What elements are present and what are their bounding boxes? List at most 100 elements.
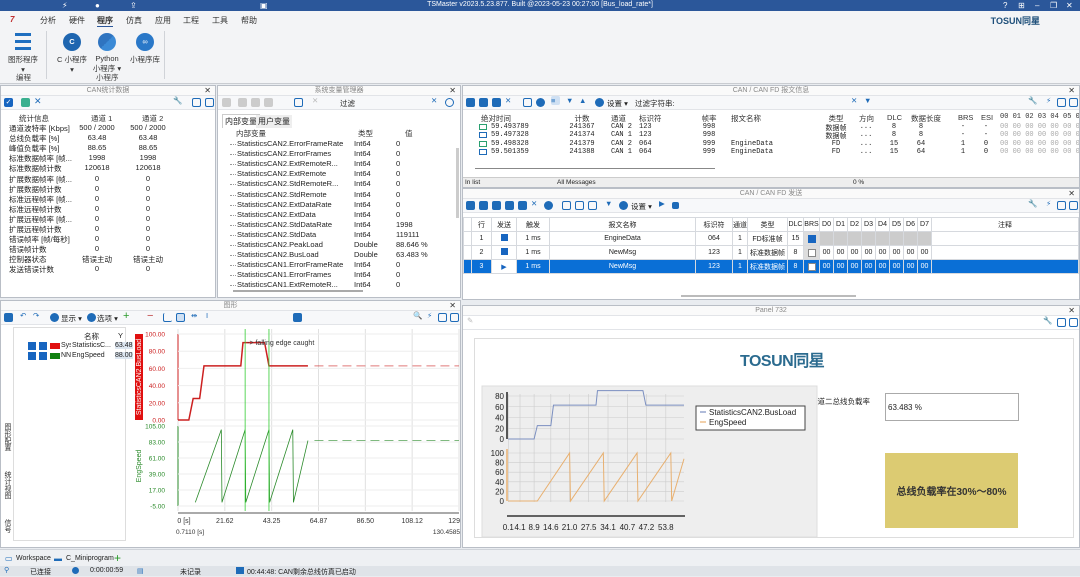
horizontal-scrollbar[interactable] (233, 290, 363, 292)
id-cell[interactable]: 123 (695, 259, 733, 274)
data-byte-cell[interactable]: 00 (875, 245, 890, 260)
data-byte-cell[interactable]: 00 (861, 259, 876, 274)
save-icon[interactable] (562, 201, 571, 210)
comment-cell[interactable] (931, 259, 1079, 274)
type-cell[interactable]: 标准数据帧 (747, 259, 788, 274)
settings-dropdown[interactable]: 设置 ▾ (631, 201, 652, 212)
data-byte-cell[interactable] (861, 231, 876, 246)
export-icon[interactable] (294, 98, 303, 107)
menu-item[interactable]: 工程 (183, 15, 199, 26)
tab-user-variables[interactable]: 用户变量 (256, 115, 292, 128)
trigger-cell[interactable]: 1 ms (516, 231, 550, 246)
variable-row[interactable]: StatisticsCAN2.ErrorFrameRate Int64 0 (218, 139, 454, 149)
variable-row[interactable]: StatisticsCAN2.StdData Int64 119111 (218, 230, 454, 240)
clear-icon[interactable]: ✕ (34, 96, 43, 106)
data-byte-cell[interactable]: 00 (861, 245, 876, 260)
data-byte-cell[interactable]: 00 (833, 259, 848, 274)
variable-row[interactable]: StatisticsCAN2.ExtDataRate Int64 0 (218, 200, 454, 210)
variable-row[interactable]: StatisticsCAN1.ErrorFrames Int64 0 (218, 270, 454, 280)
menu-item[interactable]: 仿真 (126, 15, 142, 26)
brs-checkbox[interactable] (803, 245, 820, 260)
send-button[interactable] (491, 245, 517, 260)
panel-chart[interactable]: 0.1 4.1 8.9 14.6 21.0 27.5 34.1 40.7 47.2 53.8806… (463, 306, 1080, 548)
view-icon[interactable] (523, 98, 532, 107)
help-button[interactable]: ? (1003, 1, 1007, 10)
data-byte-cell[interactable]: 00 (889, 259, 904, 274)
clear-icon[interactable]: ✕ (505, 96, 514, 105)
export-icon[interactable] (575, 201, 584, 210)
data-byte-cell[interactable]: 00 (889, 245, 904, 260)
comment-cell[interactable] (931, 245, 1079, 260)
filter-input[interactable] (675, 97, 835, 108)
funnel-icon[interactable]: ▼ (605, 199, 614, 208)
variable-row[interactable]: StatisticsCAN2.StdRemote Int64 0 (218, 190, 454, 200)
variable-row[interactable]: StatisticsCAN2.BusLoad Double 63.483 % (218, 250, 454, 260)
delete-icon[interactable]: ✕ (531, 199, 540, 208)
send-row[interactable]: 11 ms EngineData 064 1 FD标准帧 15 (463, 231, 1079, 246)
id-cell[interactable]: 123 (695, 245, 733, 260)
window-icon[interactable] (192, 98, 201, 107)
wrench-icon[interactable]: 🔧 (1028, 199, 1037, 208)
ch-cell[interactable]: 1 (732, 259, 748, 274)
send-row[interactable]: 21 ms NewMsg 123 1 标准数据帧 8 00 00 00 00 00 00 00 00 (463, 245, 1079, 260)
clock-icon[interactable] (536, 98, 545, 107)
data-byte-cell[interactable]: 00 (903, 245, 918, 260)
pause-icon[interactable] (466, 98, 475, 107)
variable-row[interactable]: StatisticsCAN2.ExtRemote Int64 0 (218, 169, 454, 179)
python-miniprogram-button[interactable]: Python 小程序 ▾ (92, 33, 122, 74)
tab-c-miniprogram[interactable]: C_Miniprogram (66, 555, 114, 562)
checkbox-icon[interactable]: ✓ (4, 98, 13, 107)
copy-icon[interactable] (251, 98, 260, 107)
pause-icon[interactable] (21, 98, 30, 107)
import-icon[interactable] (588, 201, 597, 210)
data-byte-cell[interactable]: 00 (917, 259, 932, 274)
cut-icon[interactable] (238, 98, 247, 107)
dlc-cell[interactable]: 15 (787, 231, 804, 246)
copy-icon[interactable] (479, 98, 488, 107)
name-cell[interactable]: NewMsg (549, 259, 696, 274)
lightning-icon[interactable]: ⚡ (1046, 199, 1055, 208)
window-icon[interactable] (1057, 98, 1066, 107)
close-button[interactable]: ✕ (1066, 1, 1073, 10)
clear-filter-icon[interactable]: ✕ (851, 96, 860, 105)
data-byte-cell[interactable] (819, 231, 834, 246)
wrench-icon[interactable]: 🔧 (173, 96, 182, 105)
add-message-icon[interactable] (466, 201, 475, 210)
message-row[interactable]: 59.497328 241374 CAN 1 123 998 数据帧... 8 8- -00 0… (463, 131, 1079, 141)
data-byte-cell[interactable]: 00 (819, 259, 834, 274)
layout-button[interactable]: ⊞ (1018, 1, 1025, 10)
refresh-icon[interactable] (445, 98, 454, 107)
tab-workspace[interactable]: Workspace (16, 555, 51, 562)
close-icon[interactable]: ✕ (1068, 189, 1075, 199)
type-cell[interactable]: 标准数据帧 (747, 245, 788, 260)
export-icon[interactable] (1069, 98, 1078, 107)
vertical-scrollbar[interactable] (456, 148, 459, 218)
variable-row[interactable]: StatisticsCAN1.ErrorFrameRate Int64 0 (218, 260, 454, 270)
data-byte-cell[interactable]: 00 (847, 245, 862, 260)
variable-row[interactable]: StatisticsCAN1.ExtRemoteR... Int64 0 (218, 280, 454, 290)
menu-item[interactable]: 分析 (40, 15, 56, 26)
mail-icon[interactable] (479, 201, 488, 210)
type-cell[interactable]: FD标准帧 (747, 231, 788, 246)
close-icon[interactable]: ✕ (204, 86, 211, 96)
settings-dropdown[interactable]: 设置 ▾ (607, 98, 628, 109)
arrow-up-icon[interactable]: ▲ (579, 96, 588, 105)
brs-checkbox[interactable] (803, 231, 820, 246)
minimize-button[interactable]: – (1035, 1, 1039, 10)
data-byte-cell[interactable] (833, 231, 848, 246)
delete-icon[interactable]: ✕ (312, 96, 321, 105)
lightning-icon[interactable]: ⚡ (1046, 96, 1055, 105)
add-icon[interactable] (222, 98, 231, 107)
menu-item[interactable]: 工具 (212, 15, 228, 26)
app-logo[interactable]: 7 (10, 15, 14, 24)
variable-row[interactable]: StatisticsCAN2.ExtRemoteR... Int64 0 (218, 159, 454, 169)
sort-icon[interactable]: ≡ (551, 96, 560, 105)
variable-row[interactable]: StatisticsCAN2.ExtData Int64 0 (218, 210, 454, 220)
dlc-cell[interactable]: 8 (787, 259, 804, 274)
horizontal-scrollbar[interactable] (681, 295, 856, 297)
message-row[interactable]: 59.493789 241367 CAN 2 123 998 数据帧... 8 8- -00 0… (463, 123, 1079, 133)
data-byte-cell[interactable]: 00 (875, 259, 890, 274)
c-miniprogram-button[interactable]: C C 小程序 ▾ (55, 33, 89, 74)
ch-cell[interactable]: 1 (732, 231, 748, 246)
clear-filter-icon[interactable]: ✕ (431, 96, 440, 105)
